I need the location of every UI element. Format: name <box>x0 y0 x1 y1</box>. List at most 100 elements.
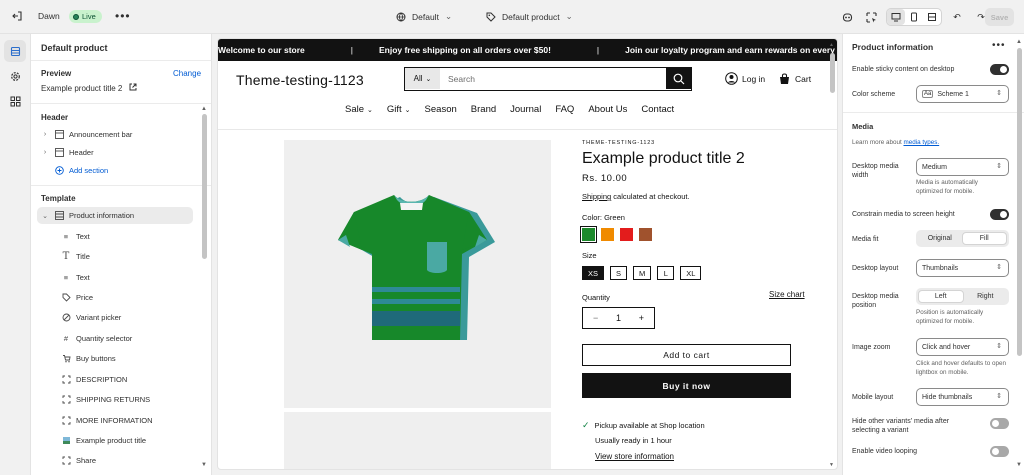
sections-icon[interactable] <box>4 40 26 62</box>
hide-variants-toggle[interactable] <box>990 418 1009 429</box>
block-item[interactable]: T Title <box>61 248 211 264</box>
nav-item-about-us[interactable]: About Us <box>588 104 627 115</box>
nav-item-faq[interactable]: FAQ <box>555 104 574 115</box>
media-fit-original[interactable]: Original <box>918 232 962 245</box>
media-position-right[interactable]: Right <box>964 290 1008 303</box>
fullscreen-icon[interactable] <box>923 9 941 25</box>
store-logo-text[interactable]: Theme-testing-1123 <box>236 72 364 88</box>
scroll-up-arrow-icon[interactable]: ▲ <box>829 42 834 48</box>
size-option-xs[interactable]: XS <box>582 266 605 280</box>
media-fit-fill[interactable]: Fill <box>961 232 1007 245</box>
block-item[interactable]: Price <box>61 289 211 305</box>
media-position-left[interactable]: Left <box>918 290 964 303</box>
search-submit-button[interactable] <box>666 68 691 89</box>
preview-product[interactable]: Example product title 2 <box>41 83 137 93</box>
mobile-layout-select[interactable]: Hide thumbnails ⇕ <box>916 388 1009 406</box>
block-item[interactable]: # Quantity selector <box>61 330 211 346</box>
swatch-brown[interactable] <box>639 228 652 241</box>
size-option-s[interactable]: S <box>610 266 628 280</box>
section-item-announcement-bar[interactable]: › Announcement bar <box>37 126 193 143</box>
product-selector[interactable]: Default product ⌄ <box>486 11 573 22</box>
nav-item-journal[interactable]: Journal <box>510 104 541 115</box>
swatch-green[interactable] <box>580 226 597 243</box>
block-item[interactable]: ≡ Text <box>61 269 211 285</box>
chevron-right-icon[interactable]: › <box>41 149 49 156</box>
block-item[interactable]: Example product title <box>61 432 211 448</box>
more-actions-button[interactable]: ••• <box>115 9 131 23</box>
add-section-button[interactable]: Add section <box>37 162 193 179</box>
chevron-down-icon[interactable]: ⌄ <box>41 212 49 220</box>
nav-item-season[interactable]: Season <box>425 104 457 115</box>
scroll-down-arrow-icon[interactable]: ▼ <box>201 462 207 468</box>
change-preview-link[interactable]: Change <box>173 69 201 78</box>
scroll-up-arrow-icon[interactable]: ▲ <box>201 106 207 112</box>
more-options-button[interactable]: ••• <box>992 40 1006 51</box>
nav-item-contact[interactable]: Contact <box>641 104 674 115</box>
swatch-red[interactable] <box>620 228 633 241</box>
preview-label: Preview <box>41 69 72 78</box>
desktop-layout-select[interactable]: Thumbnails ⇕ <box>916 259 1009 277</box>
mobile-icon[interactable] <box>905 9 923 25</box>
size-option-xl[interactable]: XL <box>680 266 702 280</box>
product-image-secondary[interactable] <box>284 412 551 469</box>
sticky-content-toggle[interactable] <box>990 64 1009 75</box>
chevron-right-icon[interactable]: › <box>41 131 49 138</box>
undo-icon[interactable]: ↶ <box>948 8 966 26</box>
quantity-plus-button[interactable]: + <box>639 313 644 323</box>
desktop-icon[interactable] <box>887 9 905 25</box>
constrain-media-toggle[interactable] <box>990 209 1009 220</box>
nav-item-gift[interactable]: Gift ⌄ <box>387 104 411 115</box>
size-option-m[interactable]: M <box>633 266 652 280</box>
shipping-link[interactable]: Shipping <box>582 192 611 201</box>
store-info-link[interactable]: View store information <box>595 452 674 461</box>
swatch-orange[interactable] <box>601 228 614 241</box>
quantity-minus-button[interactable]: − <box>593 313 598 323</box>
search-category-select[interactable]: All ⌄ <box>405 68 440 89</box>
quantity-value[interactable]: 1 <box>616 313 621 323</box>
scroll-down-arrow-icon[interactable]: ▼ <box>1016 462 1022 468</box>
apps-icon[interactable] <box>4 90 26 112</box>
divider <box>31 185 211 186</box>
media-types-link[interactable]: media types. <box>903 139 939 146</box>
desktop-media-width-select[interactable]: Medium ⇕ <box>916 158 1009 176</box>
settings-panel-scrollbar[interactable] <box>1017 48 1022 356</box>
scroll-up-arrow-icon[interactable]: ▲ <box>1016 39 1022 45</box>
inspector-icon[interactable] <box>862 8 880 26</box>
section-item-label: Announcement bar <box>69 130 133 139</box>
nav-item-sale[interactable]: Sale ⌄ <box>345 104 373 115</box>
ai-sidekick-icon[interactable] <box>838 8 856 26</box>
variant-icon <box>61 312 71 322</box>
block-item[interactable]: MORE INFORMATION <box>61 412 211 428</box>
block-item[interactable]: Buy buttons <box>61 350 211 366</box>
block-item[interactable]: SHIPPING RETURNS <box>61 391 211 407</box>
save-button[interactable]: Save <box>985 8 1014 26</box>
size-option-l[interactable]: L <box>657 266 675 280</box>
preview-scrollbar[interactable] <box>830 53 835 93</box>
image-zoom-select[interactable]: Click and hover ⇕ <box>916 338 1009 356</box>
size-chart-link[interactable]: Size chart <box>769 290 805 299</box>
cart-link[interactable]: Cart <box>778 72 811 85</box>
section-item-product-information[interactable]: ⌄ Product information <box>37 207 193 224</box>
search-input[interactable]: Search <box>440 68 666 90</box>
video-looping-toggle[interactable] <box>990 446 1009 457</box>
product-image[interactable] <box>284 140 551 408</box>
header-section-title: Header <box>41 113 69 122</box>
login-link[interactable]: Log in <box>725 72 765 85</box>
block-item[interactable]: ≡ Text <box>61 228 211 244</box>
scroll-down-arrow-icon[interactable]: ▼ <box>829 462 834 468</box>
section-item-header[interactable]: › Header <box>37 144 193 161</box>
add-to-cart-button[interactable]: Add to cart <box>582 344 791 366</box>
nav-item-brand[interactable]: Brand <box>471 104 496 115</box>
color-scheme-select[interactable]: Aa Scheme 1 ⇕ <box>916 85 1009 103</box>
divider <box>31 103 211 104</box>
block-item[interactable]: DESCRIPTION <box>61 371 211 387</box>
exit-icon[interactable] <box>10 10 24 24</box>
theme-name: Dawn <box>38 11 60 21</box>
mobile-layout-value: Hide thumbnails <box>922 393 973 401</box>
settings-gear-icon[interactable] <box>4 65 26 87</box>
block-item[interactable]: Variant picker <box>61 309 211 325</box>
template-selector[interactable]: Default ⌄ <box>396 11 452 22</box>
left-panel-scrollbar[interactable] <box>202 114 207 259</box>
buy-now-button[interactable]: Buy it now <box>582 373 791 398</box>
block-item[interactable]: Share <box>61 452 211 468</box>
